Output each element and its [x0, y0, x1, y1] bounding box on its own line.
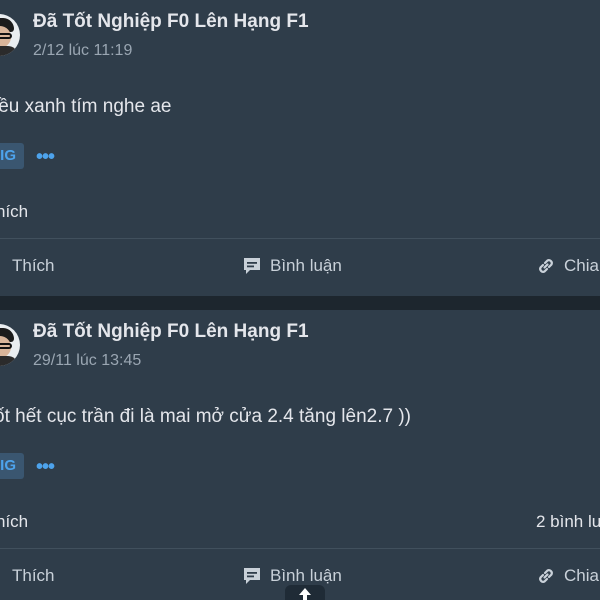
link-icon — [539, 259, 553, 273]
thumbs-up-icon — [0, 256, 4, 276]
post: Đã Tốt Nghiệp F0 Lên Hạng F1 2/12 lúc 11… — [0, 0, 600, 296]
post-author[interactable]: Đã Tốt Nghiệp F0 Lên Hạng F1 — [33, 11, 309, 33]
post-timestamp[interactable]: 29/11 lúc 13:45 — [33, 352, 141, 370]
share-label: Chia — [564, 256, 599, 275]
like-button[interactable]: Thích — [0, 254, 55, 278]
share-label: Chia — [564, 566, 599, 585]
divider — [0, 238, 600, 239]
likes-summary[interactable]: hích — [0, 202, 28, 222]
like-label: Thích — [12, 566, 55, 585]
thumbs-up-icon — [0, 566, 4, 586]
more-options-icon[interactable]: ••• — [36, 147, 55, 167]
like-label: Thích — [12, 256, 55, 275]
more-options-icon[interactable]: ••• — [36, 457, 55, 477]
avatar[interactable] — [0, 324, 20, 366]
post-author[interactable]: Đã Tốt Nghiệp F0 Lên Hạng F1 — [33, 321, 309, 343]
post-timestamp[interactable]: 2/12 lúc 11:19 — [33, 42, 132, 60]
comment-label: Bình luận — [270, 566, 342, 585]
share-button[interactable]: Chia — [536, 254, 599, 278]
post-content: ốt hết cục trần đi là mai mở cửa 2.4 tăn… — [0, 406, 411, 427]
post-content: iều xanh tím nghe ae — [0, 96, 172, 117]
tag-badge[interactable]: IG — [0, 143, 24, 169]
avatar[interactable] — [0, 14, 20, 56]
comments-count[interactable]: 2 bình lu — [536, 512, 600, 532]
divider — [0, 548, 600, 549]
likes-summary[interactable]: hích — [0, 512, 28, 532]
like-button[interactable]: Thích — [0, 564, 55, 588]
comment-icon — [244, 568, 260, 584]
share-button[interactable]: Chia — [536, 564, 599, 588]
post-separator — [0, 296, 600, 310]
scroll-to-top-button[interactable] — [285, 585, 325, 600]
comment-button[interactable]: Bình luận — [242, 254, 342, 278]
comment-icon — [244, 258, 260, 274]
comment-label: Bình luận — [270, 256, 342, 275]
link-icon — [539, 569, 553, 583]
news-feed: Đã Tốt Nghiệp F0 Lên Hạng F1 2/12 lúc 11… — [0, 0, 600, 600]
tag-badge[interactable]: IG — [0, 453, 24, 479]
post: Đã Tốt Nghiệp F0 Lên Hạng F1 29/11 lúc 1… — [0, 310, 600, 600]
arrow-up-icon — [299, 588, 311, 600]
